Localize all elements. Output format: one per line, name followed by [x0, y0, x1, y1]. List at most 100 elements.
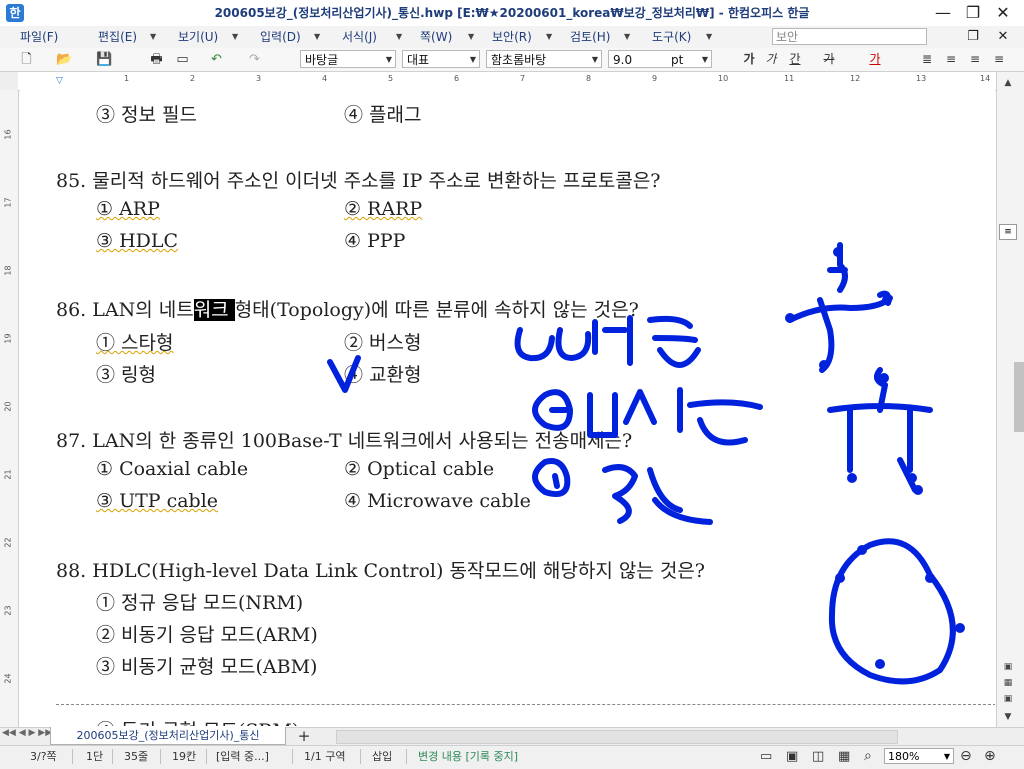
menu-tools[interactable]: 도구(K) [652, 26, 691, 48]
document-page[interactable]: ③ 정보 필드 ④ 플래그 85. 물리적 하드웨어 주소인 이더넷 주소를 I… [20, 90, 995, 726]
doc-restore-icon[interactable]: ❐ [958, 26, 988, 48]
zoom-in-icon[interactable]: ⊕ [984, 745, 996, 768]
status-area: 1/1 구역 [304, 750, 346, 763]
font-select[interactable]: 함초롬바탕 ▼ [486, 50, 602, 68]
status-track-changes[interactable]: 변경 내용 [기록 중지] [418, 745, 518, 768]
q86-text-pre: 86. LAN의 네트 [56, 299, 194, 321]
align-right-icon[interactable]: ≡ [990, 51, 1008, 68]
ruler-corner[interactable] [0, 72, 18, 91]
chevron-down-icon[interactable]: ▼ [546, 26, 552, 48]
search-input[interactable]: 보안 [772, 28, 927, 45]
zoom-search-icon[interactable]: ⌕ [864, 745, 872, 768]
q86-option-1: ① 스타형 [96, 332, 174, 354]
status-separator [206, 749, 207, 764]
lang-select[interactable]: 대표 ▼ [402, 50, 480, 68]
q87-option-3: ③ UTP cable [96, 490, 219, 512]
font-size-unit: pt [671, 53, 684, 67]
scroll-thumb[interactable] [1014, 362, 1024, 432]
ruler-tick: 6 [454, 74, 460, 83]
q88-option-4: ④ 동기 균형 모드(SBM) [96, 716, 299, 726]
chevron-down-icon[interactable]: ▼ [468, 26, 474, 48]
minimize-icon[interactable]: — [928, 0, 958, 26]
zoom-out-icon[interactable]: ⊖ [960, 745, 972, 768]
ruler-tick: 24 [3, 673, 13, 684]
strike-button[interactable]: 가 [820, 51, 838, 68]
align-center-icon[interactable]: ≡ [966, 51, 984, 68]
q85-option-1: ① ARP [96, 198, 160, 220]
lang-value: 대표 [407, 53, 430, 67]
view-double-icon[interactable]: ◫ [812, 745, 824, 768]
ruler-tick: 20 [3, 401, 13, 412]
preview-icon[interactable]: ▭ [174, 51, 191, 68]
align-left-icon[interactable]: ≡ [942, 51, 960, 68]
save-icon[interactable]: 💾 [96, 51, 113, 68]
menu-edit[interactable]: 편집(E) [98, 26, 137, 48]
underline-button[interactable]: 간 [786, 51, 804, 68]
chevron-down-icon[interactable]: ▼ [624, 26, 630, 48]
style-select[interactable]: 바탕글 ▼ [300, 50, 396, 68]
add-tab-button[interactable]: + [296, 727, 312, 745]
menu-file[interactable]: 파일(F) [20, 26, 58, 48]
ruler-tick: 16 [3, 129, 13, 140]
menu-security[interactable]: 보안(R) [492, 26, 532, 48]
chevron-down-icon[interactable]: ▼ [232, 26, 238, 48]
view-multi-icon[interactable]: ▦ [838, 745, 850, 768]
page-down-icon[interactable]: ▣ [1000, 692, 1016, 706]
redo-icon[interactable]: ↷ [246, 51, 263, 68]
view-layout-icon[interactable]: ▣ [786, 745, 798, 768]
ruler-tick: 17 [3, 197, 13, 208]
restore-icon[interactable]: ❐ [958, 0, 988, 26]
indent-marker-icon[interactable]: ▽ [56, 76, 63, 86]
page-break-line [56, 704, 995, 705]
tab-document[interactable]: 200605보강_(정보처리산업기사)_통신 [50, 727, 286, 745]
chevron-down-icon[interactable]: ▼ [150, 26, 156, 48]
tab-scroll-left-icon[interactable]: ◀◀ ◀ ▶ ▶▶ [2, 728, 52, 738]
font-color-button[interactable]: 가 [866, 51, 884, 68]
print-icon[interactable]: 🖶 [148, 51, 165, 68]
ruler-tick: 22 [3, 537, 13, 548]
bold-button[interactable]: 가 [740, 51, 758, 68]
ruler-tick: 5 [388, 74, 394, 83]
status-insert-mode[interactable]: 삽입 [372, 745, 392, 768]
page-list-icon[interactable]: ▦ [1000, 676, 1016, 690]
chevron-down-icon: ▼ [591, 55, 598, 64]
menu-view[interactable]: 보기(U) [178, 26, 218, 48]
chevron-down-icon[interactable]: ▼ [314, 26, 320, 48]
horizontal-scrollbar[interactable] [336, 730, 898, 744]
view-split-icon[interactable]: ≡ [999, 224, 1017, 240]
menu-review[interactable]: 검토(H) [570, 26, 610, 48]
scroll-down-icon[interactable]: ▼ [1000, 710, 1016, 724]
chevron-down-icon[interactable]: ▼ [396, 26, 402, 48]
italic-button[interactable]: 가 [762, 51, 780, 68]
font-size-select[interactable]: 9.0 pt ▼ [608, 50, 712, 68]
vertical-ruler[interactable]: 16 17 18 19 20 21 22 23 24 [0, 90, 19, 727]
ruler-tick: 4 [322, 74, 328, 83]
view-normal-icon[interactable]: ▭ [760, 745, 772, 768]
open-folder-icon[interactable]: 📂 [56, 51, 73, 68]
status-separator [292, 749, 293, 764]
scroll-up-icon[interactable]: ▲ [1000, 76, 1016, 90]
q86-text-post: 형태(Topology)에 따른 분류에 속하지 않는 것은? [234, 299, 639, 321]
q85-option-3: ③ HDLC [96, 230, 179, 252]
menu-format[interactable]: 서식(J) [342, 26, 377, 48]
doc-close-icon[interactable]: ✕ [988, 26, 1018, 48]
menu-insert[interactable]: 입력(D) [260, 26, 301, 48]
ruler-tick: 10 [718, 74, 729, 83]
q87-option-1: ① Coaxial cable [96, 458, 249, 480]
horizontal-ruler[interactable]: 1 2 3 4 5 6 7 8 9 10 11 12 13 14 ▽ [18, 72, 996, 91]
close-icon[interactable]: ✕ [988, 0, 1018, 26]
selected-text[interactable]: 워크 [193, 299, 235, 321]
chevron-down-icon[interactable]: ▼ [706, 26, 712, 48]
ruler-tick: 14 [980, 74, 991, 83]
status-separator [360, 749, 361, 764]
hwp-app-icon[interactable]: 한 [6, 4, 24, 22]
zoom-select[interactable]: 180% ▼ [884, 748, 954, 764]
menu-page[interactable]: 쪽(W) [420, 26, 452, 48]
align-justify-icon[interactable]: ≣ [918, 51, 936, 68]
q88-option-2: ② 비동기 응답 모드(ARM) [96, 624, 318, 646]
ruler-tick: 21 [3, 469, 13, 480]
status-page[interactable]: 3/?쪽 [30, 745, 57, 768]
new-doc-icon[interactable]: 🗋 [18, 51, 35, 68]
undo-icon[interactable]: ↶ [208, 51, 225, 68]
page-up-icon[interactable]: ▣ [1000, 660, 1016, 674]
